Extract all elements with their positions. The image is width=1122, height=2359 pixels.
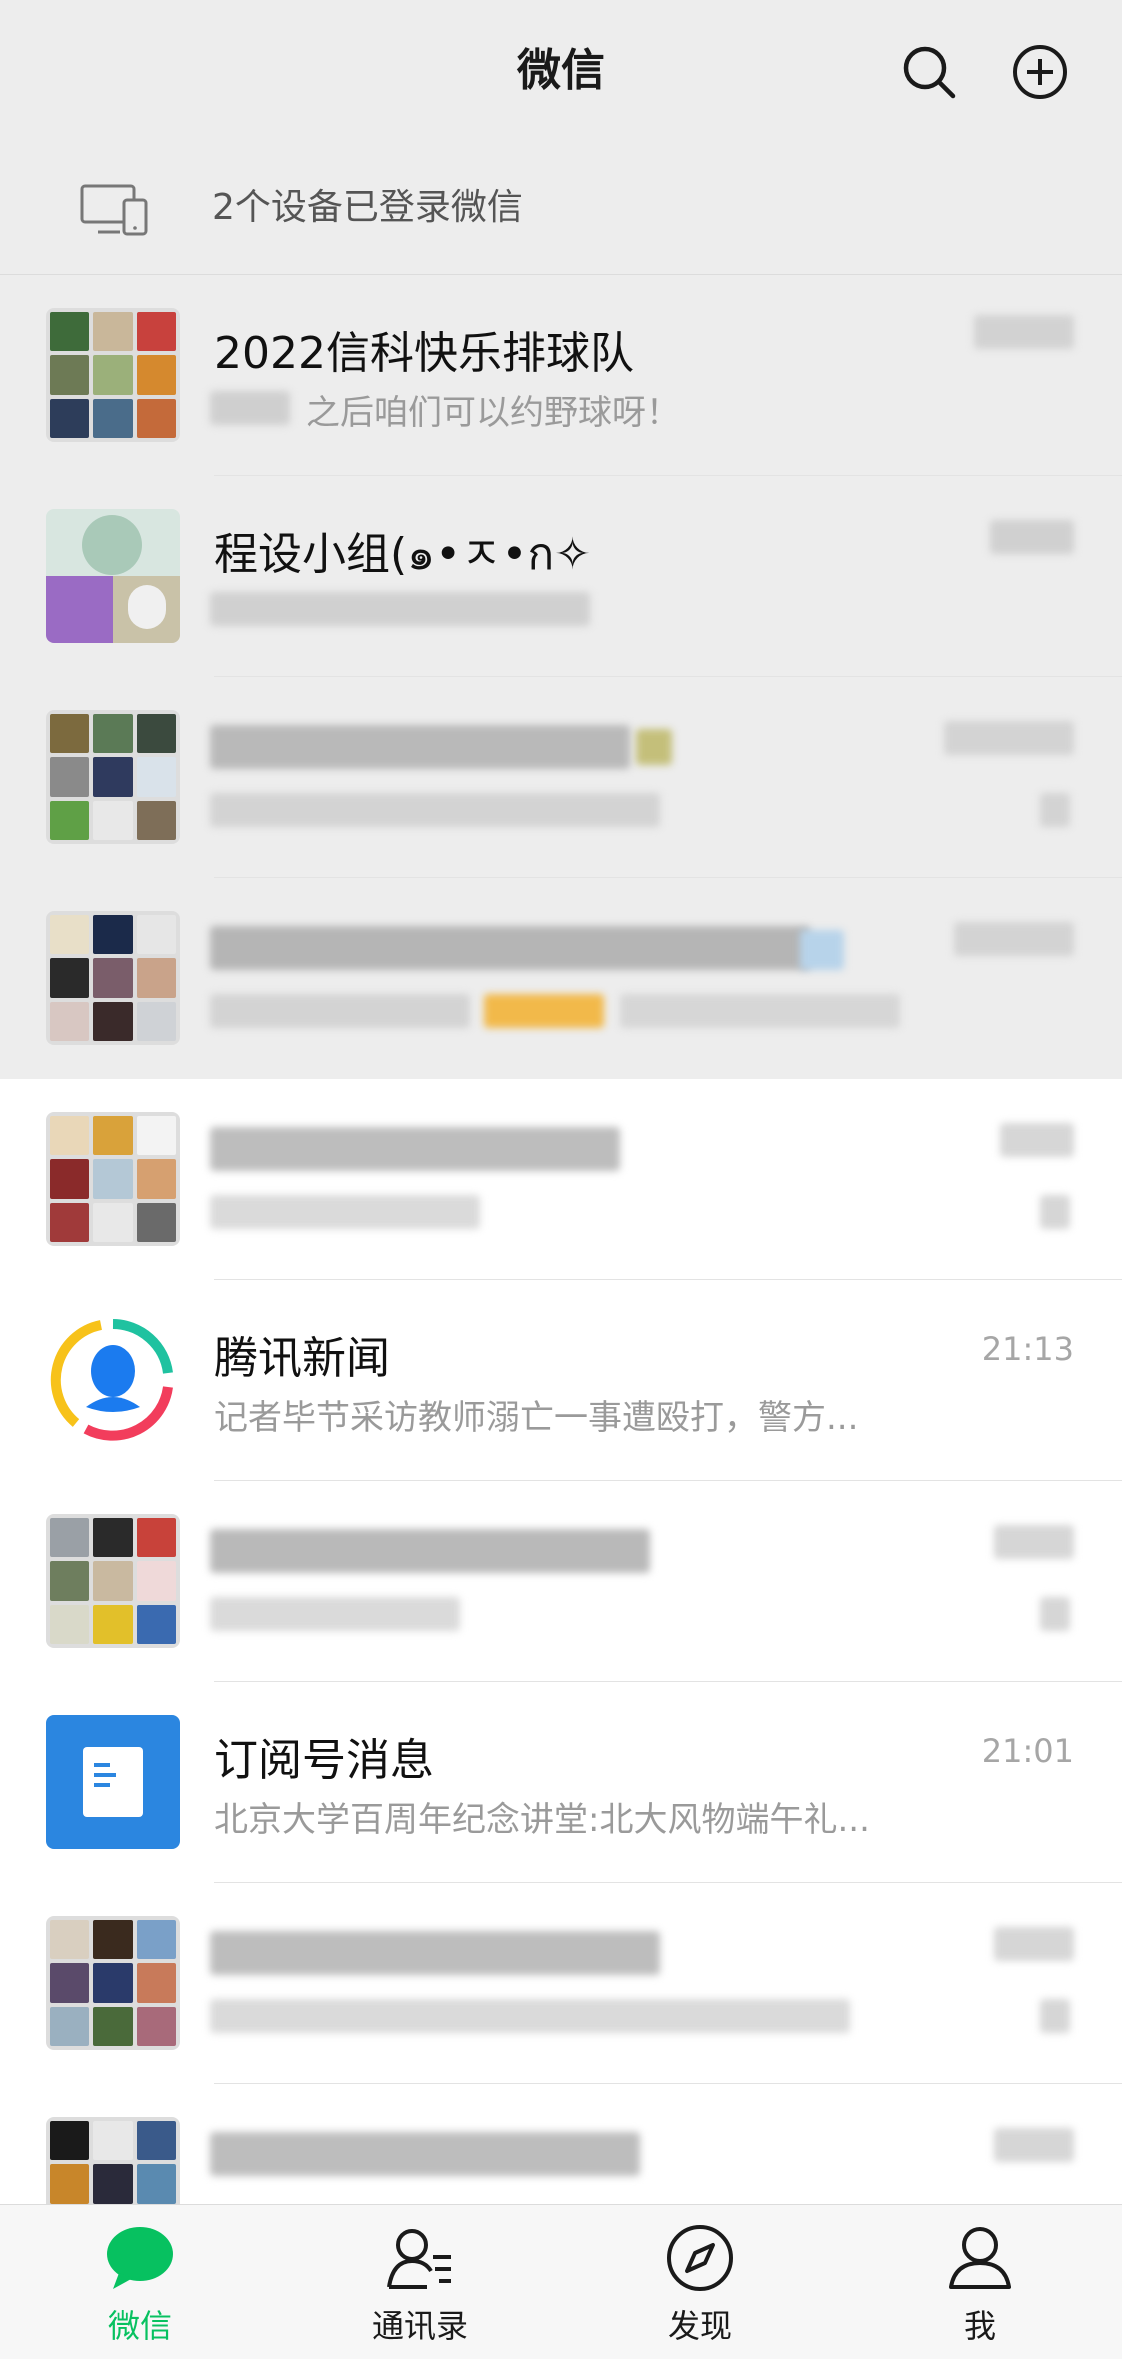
blurred-time [954, 922, 1074, 956]
blurred-mute-icon [1040, 1999, 1070, 2033]
blurred-emoji [800, 930, 844, 970]
blurred-preview [210, 1195, 480, 1229]
chat-row[interactable]: 订阅号消息 北京大学百周年纪念讲堂:北大风物端午礼... 21:01 [0, 1682, 1122, 1883]
blurred-mute-icon [1040, 1597, 1070, 1631]
blurred-preview [210, 1999, 850, 2033]
group-avatar [46, 308, 180, 442]
chat-row[interactable] [0, 1079, 1122, 1280]
document-icon [83, 1747, 143, 1817]
chat-name: 腾讯新闻 [214, 1333, 390, 1384]
blurred-name [210, 1529, 650, 1573]
chat-time: 21:13 [981, 1330, 1074, 1368]
group-avatar [46, 509, 180, 643]
blurred-name [210, 1127, 620, 1171]
chat-row[interactable] [0, 677, 1122, 878]
blurred-name [210, 2132, 640, 2176]
tab-contacts[interactable]: 通讯录 [330, 2205, 510, 2359]
tab-discover[interactable]: 发现 [610, 2205, 790, 2359]
blurred-time [944, 721, 1074, 755]
blurred-emoji [636, 729, 672, 765]
contacts-icon [387, 2229, 451, 2289]
blurred-time [994, 1927, 1074, 1961]
blurred-time [974, 315, 1074, 349]
blurred-mute-icon [1040, 793, 1070, 827]
bottom-tab-bar: 微信 通讯录 发现 我 [0, 2204, 1122, 2359]
tencent-news-avatar [46, 1313, 180, 1447]
chat-bubble-icon [107, 2227, 173, 2289]
tab-chats[interactable]: 微信 [50, 2205, 230, 2359]
chat-row[interactable]: 程设小组(๑•ㅈ•ก✧ [0, 476, 1122, 677]
chat-preview: 之后咱们可以约野球呀！ [306, 393, 680, 433]
group-avatar [46, 1112, 180, 1246]
blurred-time [990, 520, 1074, 554]
tab-label: 发现 [667, 2307, 732, 2345]
tab-label: 通讯录 [371, 2307, 468, 2345]
chat-name: 2022信科快乐排球队 [214, 328, 634, 379]
blurred-preview [210, 793, 660, 827]
chat-row[interactable] [0, 1481, 1122, 1682]
tab-me[interactable]: 我 [890, 2205, 1070, 2359]
blurred-preview [620, 994, 900, 1028]
chat-time: 21:01 [981, 1732, 1074, 1770]
blurred-sender [210, 391, 290, 425]
search-icon[interactable] [900, 43, 958, 101]
chat-preview: 北京大学百周年纪念讲堂:北大风物端午礼... [214, 1800, 870, 1840]
device-notice-text: 2个设备已登录微信 [212, 187, 523, 228]
subscription-avatar [46, 1715, 180, 1849]
desktop-phone-icon [80, 184, 148, 236]
person-icon [949, 2227, 1011, 2289]
chat-row[interactable]: 2022信科快乐排球队 之后咱们可以约野球呀！ [0, 275, 1122, 476]
chat-row[interactable] [0, 878, 1122, 1079]
tencent-news-logo-icon [50, 1319, 173, 1441]
group-avatar [46, 1916, 180, 2050]
blurred-preview [210, 1597, 460, 1631]
blurred-name [210, 1931, 660, 1975]
plus-circle-icon[interactable] [1011, 43, 1069, 101]
tab-label: 我 [963, 2307, 996, 2345]
blurred-time [994, 1525, 1074, 1559]
chat-preview: 记者毕节采访教师溺亡一事遭殴打，警方... [214, 1398, 859, 1438]
compass-icon [667, 2225, 733, 2291]
tab-label: 微信 [107, 2307, 172, 2345]
top-bar: 微信 [0, 0, 1122, 143]
chat-row[interactable]: 腾讯新闻 记者毕节采访教师溺亡一事遭殴打，警方... 21:13 [0, 1280, 1122, 1481]
blurred-time [1000, 1123, 1074, 1157]
blurred-mute-icon [1040, 1195, 1070, 1229]
chat-name: 订阅号消息 [214, 1735, 434, 1786]
chat-row[interactable] [0, 2084, 1122, 2204]
group-avatar [46, 710, 180, 844]
device-login-notice[interactable]: 2个设备已登录微信 [0, 142, 1122, 275]
blurred-preview [210, 994, 470, 1028]
blurred-time [994, 2128, 1074, 2162]
blurred-preview [210, 592, 590, 626]
blurred-name [210, 926, 810, 970]
chat-row[interactable] [0, 1883, 1122, 2084]
group-avatar [46, 2117, 180, 2204]
blurred-name [210, 725, 630, 769]
blurred-highlight [484, 994, 604, 1028]
chat-name: 程设小组(๑•ㅈ•ก✧ [214, 529, 591, 580]
group-avatar [46, 1514, 180, 1648]
group-avatar [46, 911, 180, 1045]
